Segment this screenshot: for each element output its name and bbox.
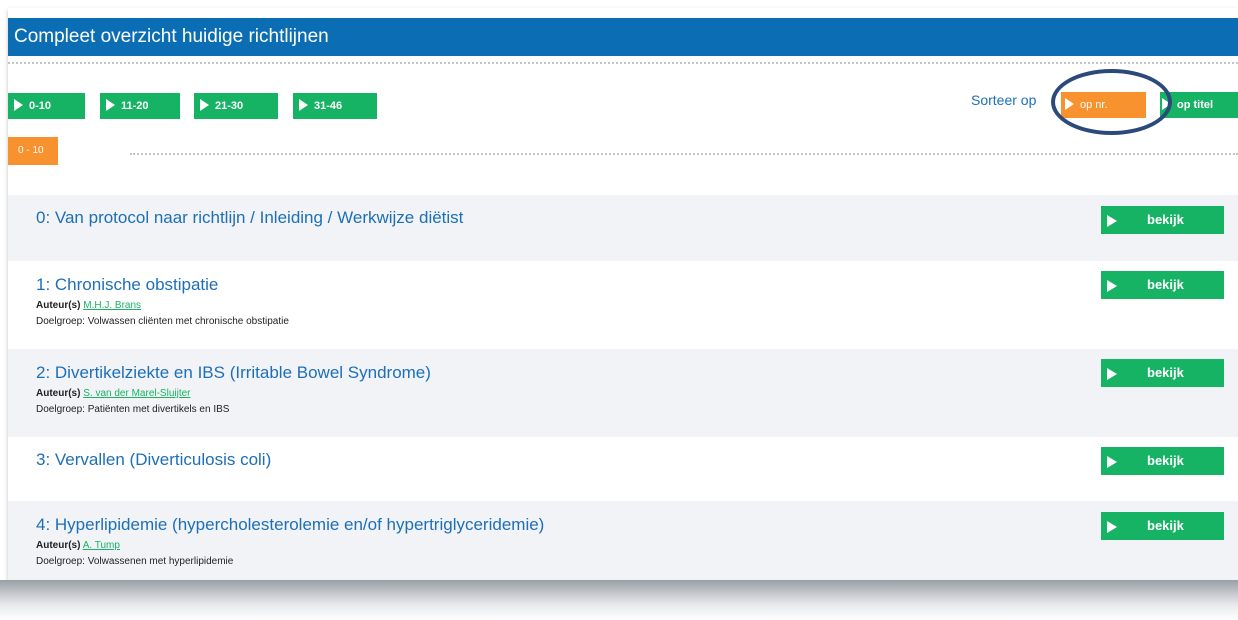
play-triangle-icon	[200, 99, 209, 112]
play-triangle-icon	[1107, 521, 1117, 533]
screenshot-shadow	[0, 580, 1238, 620]
bekijk-button[interactable]: bekijk	[1101, 512, 1224, 540]
bekijk-button[interactable]: bekijk	[1101, 206, 1224, 234]
range-button-31-46[interactable]: 31-46	[293, 93, 377, 119]
guideline-title[interactable]: 2: Divertikelziekte en IBS (Irritable Bo…	[36, 363, 431, 383]
range-button-0-10[interactable]: 0-10	[8, 93, 85, 119]
play-triangle-icon	[14, 99, 23, 112]
divider	[8, 62, 1238, 64]
author-line: Auteur(s) S. van der Marel-Sluijter	[36, 388, 191, 399]
guideline-title[interactable]: 0: Van protocol naar richtlijn / Inleidi…	[36, 208, 463, 228]
guideline-title[interactable]: 4: Hyperlipidemie (hypercholesterolemie …	[36, 515, 544, 535]
play-triangle-icon	[1107, 215, 1117, 227]
list-item: 0: Van protocol naar richtlijn / Inleidi…	[8, 195, 1238, 261]
divider	[130, 153, 1238, 155]
page-frame: Compleet overzicht huidige richtlijnen 0…	[8, 8, 1238, 580]
play-triangle-icon	[106, 99, 115, 112]
author-link[interactable]: S. van der Marel-Sluijter	[83, 388, 190, 399]
guideline-title[interactable]: 1: Chronische obstipatie	[36, 275, 218, 295]
list-item: 2: Divertikelziekte en IBS (Irritable Bo…	[8, 349, 1238, 437]
bekijk-button[interactable]: bekijk	[1101, 271, 1224, 299]
sort-label: Sorteer op	[971, 92, 1037, 108]
guideline-title[interactable]: 3: Vervallen (Diverticulosis coli)	[36, 450, 271, 470]
play-triangle-icon	[1107, 280, 1117, 292]
target-group: Doelgroep: Volwassen cliënten met chroni…	[36, 316, 289, 327]
play-triangle-icon	[1107, 368, 1117, 380]
bekijk-button[interactable]: bekijk	[1101, 447, 1224, 475]
list-item: 1: Chronische obstipatie Auteur(s) M.H.J…	[8, 261, 1238, 349]
target-group: Doelgroep: Patiënten met divertikels en …	[36, 404, 230, 415]
play-triangle-icon	[299, 99, 308, 112]
highlight-circle	[1051, 69, 1172, 135]
author-link[interactable]: M.H.J. Brans	[83, 300, 141, 311]
current-range-tag: 0 - 10	[8, 137, 58, 165]
page-title: Compleet overzicht huidige richtlijnen	[8, 18, 1238, 56]
list-item: 4: Hyperlipidemie (hypercholesterolemie …	[8, 501, 1238, 580]
target-group: Doelgroep: Volwassenen met hyperlipidemi…	[36, 556, 234, 567]
range-button-11-20[interactable]: 11-20	[100, 93, 180, 119]
author-line: Auteur(s) A. Tump	[36, 540, 120, 551]
range-button-21-30[interactable]: 21-30	[194, 93, 278, 119]
play-triangle-icon	[1107, 456, 1117, 468]
author-link[interactable]: A. Tump	[83, 540, 120, 551]
author-line: Auteur(s) M.H.J. Brans	[36, 300, 142, 311]
list-item: 3: Vervallen (Diverticulosis coli) bekij…	[8, 437, 1238, 501]
bekijk-button[interactable]: bekijk	[1101, 359, 1224, 387]
